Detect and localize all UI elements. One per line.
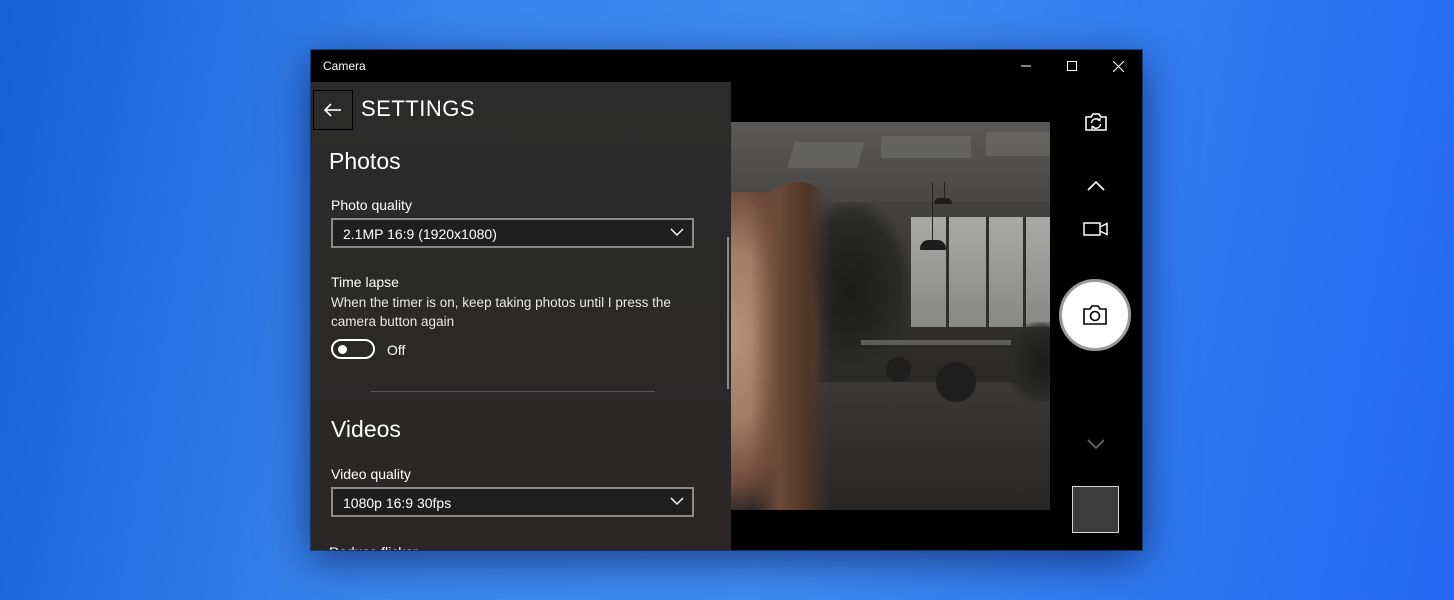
ceiling-panel: [986, 132, 1050, 156]
window-title: Camera: [323, 59, 366, 73]
lamp-cord: [932, 182, 933, 240]
toggle-knob: [338, 345, 347, 354]
ceiling-panel: [787, 142, 865, 168]
window-mullion: [946, 217, 949, 327]
take-photo-button[interactable]: [1059, 279, 1131, 351]
maximize-button[interactable]: [1049, 50, 1095, 82]
settings-title: SETTINGS: [361, 96, 476, 121]
window-mullion: [986, 217, 989, 327]
title-bar[interactable]: Camera: [311, 50, 1142, 82]
person-hair: [751, 182, 831, 510]
ceiling-panel: [881, 136, 971, 158]
chair: [936, 362, 976, 402]
chevron-down-icon: [670, 228, 684, 236]
time-lapse-description: When the timer is on, keep taking photos…: [331, 295, 671, 329]
video-quality-dropdown[interactable]: 1080p 16:9 30fps: [331, 487, 694, 517]
video-quality-value: 1080p 16:9 30fps: [343, 495, 452, 511]
camera-preview[interactable]: [731, 122, 1050, 510]
switch-camera-button[interactable]: [1079, 105, 1113, 139]
section-divider: [371, 391, 655, 392]
switch-camera-icon: [1085, 113, 1107, 131]
time-lapse-state: Off: [387, 342, 406, 358]
back-button[interactable]: [313, 90, 353, 130]
photos-heading: Photos: [329, 148, 401, 174]
settings-panel: SETTINGS Photos Photo quality 2.1MP 16:9…: [311, 82, 731, 550]
settings-scrollbar[interactable]: [727, 237, 729, 389]
back-arrow-icon: [324, 103, 341, 117]
video-mode-button[interactable]: [1081, 218, 1111, 240]
next-setting-label: Reduce flicker: [329, 544, 418, 550]
camera-icon: [1083, 305, 1107, 325]
close-icon: [1112, 60, 1124, 72]
photo-quality-label: Photo quality: [331, 197, 412, 213]
chevron-down-icon: [670, 497, 684, 505]
last-capture-thumbnail[interactable]: [1072, 486, 1119, 533]
pendant-lamp: [934, 198, 952, 204]
video-quality-label: Video quality: [331, 466, 411, 482]
maximize-icon: [1067, 61, 1077, 71]
chevron-down-icon: [1087, 439, 1105, 450]
photo-quality-dropdown[interactable]: 2.1MP 16:9 (1920x1080): [331, 218, 694, 248]
chevron-down-button[interactable]: [1083, 434, 1109, 454]
close-button[interactable]: [1095, 50, 1141, 82]
time-lapse-label: Time lapse: [331, 274, 399, 290]
chair: [886, 357, 911, 382]
pendant-lamp: [920, 240, 946, 250]
chevron-up-button[interactable]: [1083, 176, 1109, 196]
window-mullion: [1023, 217, 1026, 327]
videos-heading: Videos: [331, 416, 401, 442]
desk: [861, 340, 1011, 345]
camera-window: Camera SETTINGS Photos Photo quality 2.1…: [311, 50, 1142, 550]
minimize-button[interactable]: [1003, 50, 1049, 82]
minimize-icon: [1021, 65, 1031, 67]
time-lapse-toggle[interactable]: [331, 339, 375, 359]
photo-quality-value: 2.1MP 16:9 (1920x1080): [343, 226, 497, 242]
video-camera-icon: [1083, 222, 1108, 236]
chevron-up-icon: [1087, 180, 1105, 191]
plant: [1006, 322, 1050, 402]
